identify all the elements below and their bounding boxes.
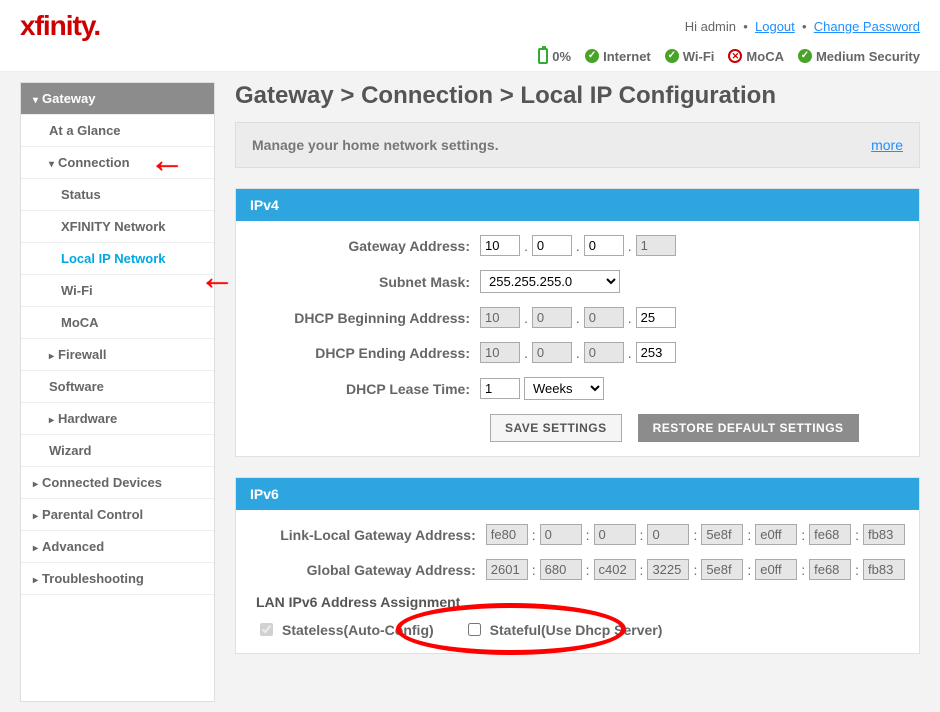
link-local-seg8 [863,524,905,545]
stateless-checkbox [260,623,273,636]
security-label: Medium Security [816,49,920,64]
dhcp-begin-oct1-input [480,307,520,328]
link-local-seg5 [701,524,743,545]
battery-pct: 0% [552,49,571,64]
sidebar-item-gateway[interactable]: Gateway [21,83,214,115]
link-local-seg4 [647,524,689,545]
dhcp-begin-oct4-input[interactable] [636,307,676,328]
link-local-seg3 [594,524,636,545]
stateful-label: Stateful(Use Dhcp Server) [490,622,663,638]
internet-label: Internet [603,49,651,64]
link-local-seg7 [809,524,851,545]
sidebar-item-hardware[interactable]: Hardware [21,403,214,435]
dhcp-lease-unit-select[interactable]: Weeks [524,377,604,400]
dhcp-begin-label: DHCP Beginning Address: [250,310,480,326]
dhcp-begin-oct2-input [532,307,572,328]
dhcp-end-oct2-input [532,342,572,363]
x-icon: ✕ [728,49,742,63]
global-gateway-label: Global Gateway Address: [250,562,486,578]
sidebar-item-advanced[interactable]: Advanced [21,531,214,563]
gateway-oct2-input[interactable] [532,235,572,256]
dhcp-lease-label: DHCP Lease Time: [250,381,480,397]
check-icon: ✓ [585,49,599,63]
ipv4-header: IPv4 [236,189,919,221]
info-text: Manage your home network settings. [252,137,499,153]
greeting-text: Hi admin [685,19,736,34]
xfinity-logo: xfinity. [20,10,100,42]
link-local-seg2 [540,524,582,545]
main-content: Gateway > Connection > Local IP Configur… [235,82,920,702]
sidebar-item-at-a-glance[interactable]: At a Glance [21,115,214,147]
dhcp-begin-oct3-input [584,307,624,328]
battery-icon [538,48,548,64]
sidebar-item-software[interactable]: Software [21,371,214,403]
wifi-label: Wi-Fi [683,49,715,64]
check-icon: ✓ [798,49,812,63]
info-bar: Manage your home network settings. more [235,122,920,168]
status-security: ✓ Medium Security [798,49,920,64]
change-password-link[interactable]: Change Password [814,19,920,34]
global-seg3 [594,559,636,580]
dhcp-end-oct4-input[interactable] [636,342,676,363]
sidebar-item-xfinity-network[interactable]: XFINITY Network [21,211,214,243]
link-local-label: Link-Local Gateway Address: [250,527,486,543]
save-settings-button[interactable]: SAVE SETTINGS [490,414,622,442]
sidebar-item-wizard[interactable]: Wizard [21,435,214,467]
global-seg1 [486,559,528,580]
dhcp-end-label: DHCP Ending Address: [250,345,480,361]
sidebar-item-troubleshooting[interactable]: Troubleshooting [21,563,214,595]
link-local-seg6 [755,524,797,545]
sidebar-item-connected-devices[interactable]: Connected Devices [21,467,214,499]
global-seg4 [647,559,689,580]
gateway-address-label: Gateway Address: [250,238,480,254]
dhcp-lease-value-input[interactable] [480,378,520,399]
stateful-option[interactable]: Stateful(Use Dhcp Server) [464,620,663,639]
lan-ipv6-assignment-label: LAN IPv6 Address Assignment [256,594,905,610]
stateless-label: Stateless(Auto-Config) [282,622,434,638]
moca-label: MoCA [746,49,784,64]
link-local-seg1 [486,524,528,545]
ipv6-panel: IPv6 Link-Local Gateway Address: : : : :… [235,477,920,654]
global-seg7 [809,559,851,580]
subnet-mask-label: Subnet Mask: [250,274,480,290]
page-header: xfinity. Hi admin • Logout • Change Pass… [0,0,940,72]
global-seg6 [755,559,797,580]
status-row: 0% ✓ Internet ✓ Wi-Fi ✕ MoCA ✓ Medium Se… [20,42,920,66]
sidebar-item-status[interactable]: Status [21,179,214,211]
gateway-oct1-input[interactable] [480,235,520,256]
status-internet: ✓ Internet [585,49,651,64]
stateful-checkbox[interactable] [468,623,481,636]
logout-link[interactable]: Logout [755,19,795,34]
stateless-option[interactable]: Stateless(Auto-Config) [256,620,434,639]
gateway-oct3-input[interactable] [584,235,624,256]
sidebar-item-firewall[interactable]: Firewall [21,339,214,371]
global-seg5 [701,559,743,580]
restore-default-button[interactable]: RESTORE DEFAULT SETTINGS [638,414,859,442]
ipv4-panel: IPv4 Gateway Address: . . . Subnet Mask: [235,188,920,457]
check-icon: ✓ [665,49,679,63]
global-seg2 [540,559,582,580]
status-moca: ✕ MoCA [728,49,784,64]
gateway-oct4-input [636,235,676,256]
sidebar-item-connection[interactable]: Connection [21,147,214,179]
sidebar: Gateway At a Glance Connection Status XF… [20,82,215,702]
sidebar-item-moca[interactable]: MoCA [21,307,214,339]
sidebar-item-local-ip-network[interactable]: Local IP Network [21,243,214,275]
ipv6-header: IPv6 [236,478,919,510]
more-link[interactable]: more [871,137,903,153]
subnet-mask-select[interactable]: 255.255.255.0 [480,270,620,293]
status-wifi: ✓ Wi-Fi [665,49,715,64]
dhcp-end-oct1-input [480,342,520,363]
sidebar-item-wifi[interactable]: Wi-Fi [21,275,214,307]
top-links: Hi admin • Logout • Change Password [685,19,920,34]
sidebar-item-parental-control[interactable]: Parental Control [21,499,214,531]
page-title: Gateway > Connection > Local IP Configur… [235,82,920,110]
global-seg8 [863,559,905,580]
status-battery: 0% [538,48,571,64]
dhcp-end-oct3-input [584,342,624,363]
